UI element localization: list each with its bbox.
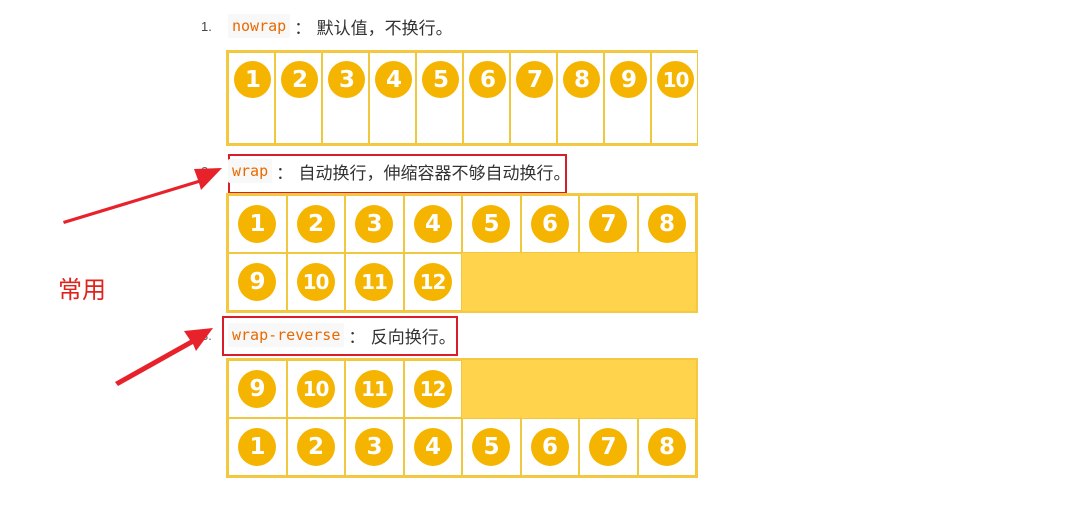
arrow-to-wrap-reverse — [115, 328, 213, 386]
annotation-arrows — [63, 168, 222, 386]
arrow-to-wrap — [63, 168, 222, 224]
